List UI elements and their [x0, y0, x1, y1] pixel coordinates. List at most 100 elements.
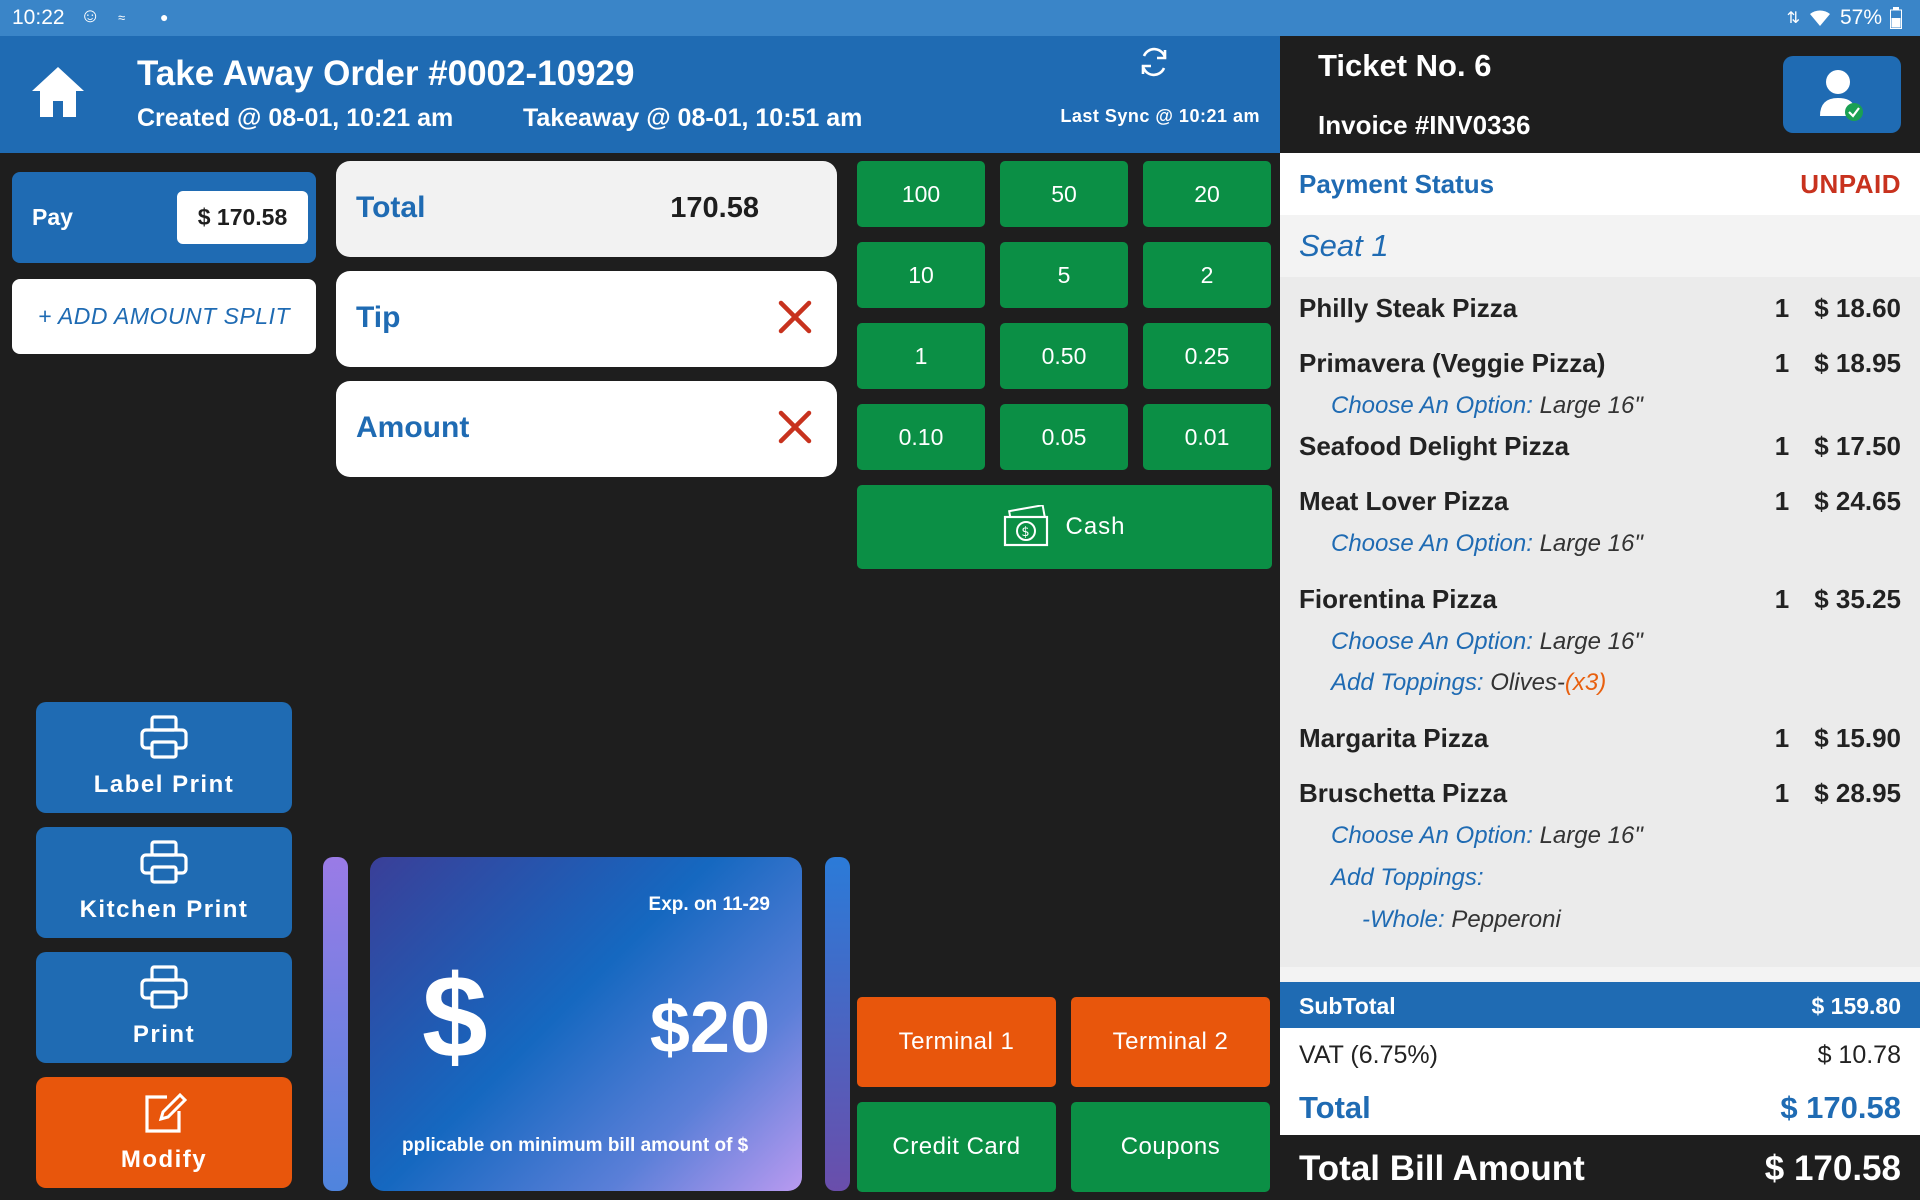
clear-amount-icon[interactable] [777, 409, 813, 445]
cash-button[interactable]: $ Cash [857, 485, 1272, 569]
item-toppings: Add Toppings: [1331, 864, 1484, 892]
seat-label: Seat 1 [1299, 228, 1389, 263]
customer-button[interactable] [1783, 56, 1901, 133]
app-notification-icon: ≈ [118, 10, 126, 25]
key-100[interactable]: 100 [857, 161, 985, 227]
item-name: Primavera (Veggie Pizza) [1299, 348, 1606, 378]
print-button[interactable]: Print [36, 952, 292, 1063]
item-option: Choose An Option: Large 16" [1331, 822, 1643, 850]
item-qty: 1 [1774, 293, 1790, 323]
item-price: $ 18.60 [1814, 293, 1901, 323]
key-0-50[interactable]: 0.50 [1000, 323, 1128, 389]
order-item[interactable]: Meat Lover Pizza 1 $ 24.65 [1299, 486, 1901, 517]
sync-icon[interactable] [1136, 44, 1172, 80]
order-item[interactable]: Margarita Pizza 1 $ 15.90 [1299, 723, 1901, 754]
total-field-value: 170.58 [670, 192, 759, 224]
print-label: Print [132, 1021, 196, 1048]
credit-card-button[interactable]: Credit Card [857, 1102, 1056, 1192]
key-1[interactable]: 1 [857, 323, 985, 389]
order-header: Take Away Order #0002-10929 Created @ 08… [0, 36, 1280, 153]
key-5[interactable]: 5 [1000, 242, 1128, 308]
payment-status-label: Payment Status [1299, 169, 1495, 199]
terminal-2-button[interactable]: Terminal 2 [1071, 997, 1270, 1087]
toppings-label: Add Toppings: [1331, 864, 1484, 891]
label-print-label: Label Print [93, 771, 235, 798]
subtotal-label: SubTotal [1299, 993, 1396, 1019]
toppings-qty: (x3) [1564, 669, 1607, 696]
option-label: Choose An Option: [1331, 392, 1533, 419]
vat-row: VAT (6.75%) $ 10.78 [1280, 1028, 1920, 1080]
key-20[interactable]: 20 [1143, 161, 1271, 227]
total-bill-label: Total Bill Amount [1299, 1149, 1585, 1188]
order-item[interactable]: Seafood Delight Pizza 1 $ 17.50 [1299, 431, 1901, 462]
payment-status-value: UNPAID [1800, 169, 1901, 199]
total-label: Total [1299, 1090, 1371, 1125]
status-bar: 10:22 ☺ ≈ ● ⇅ 57% [0, 0, 1920, 36]
item-price: $ 24.65 [1814, 486, 1901, 516]
terminal-1-button[interactable]: Terminal 1 [857, 997, 1056, 1087]
total-field: Total 170.58 [336, 161, 837, 257]
total-value: $ 170.58 [1780, 1090, 1901, 1125]
item-price: $ 17.50 [1814, 431, 1901, 461]
ticket-header: Ticket No. 6 Invoice #INV0336 [1280, 36, 1920, 153]
printer-icon [140, 965, 188, 1009]
modify-button[interactable]: Modify [36, 1077, 292, 1188]
key-0-10[interactable]: 0.10 [857, 404, 985, 470]
pay-label: Pay [32, 204, 73, 230]
payment-status-row: Payment Status UNPAID [1280, 153, 1920, 215]
toppings-label: Add Toppings: [1331, 669, 1484, 696]
key-0-25[interactable]: 0.25 [1143, 323, 1271, 389]
item-topping-whole: -Whole: Pepperoni [1362, 906, 1561, 934]
coupon-card-prev[interactable] [323, 857, 348, 1191]
signal-icon: ⇅ [1786, 10, 1800, 27]
option-value: Large 16" [1539, 392, 1643, 419]
tip-field-label: Tip [356, 301, 401, 334]
coupons-button[interactable]: Coupons [1071, 1102, 1270, 1192]
amount-field[interactable]: Amount [336, 381, 837, 477]
item-name: Philly Steak Pizza [1299, 293, 1518, 323]
add-amount-split-button[interactable]: + ADD AMOUNT SPLIT [12, 279, 316, 354]
order-item[interactable]: Primavera (Veggie Pizza) 1 $ 18.95 [1299, 348, 1901, 379]
order-item[interactable]: Philly Steak Pizza 1 $ 18.60 [1299, 293, 1901, 324]
key-10[interactable]: 10 [857, 242, 985, 308]
item-qty: 1 [1774, 723, 1790, 753]
total-bill-row: Total Bill Amount $ 170.58 [1280, 1135, 1920, 1200]
vat-value: $ 10.78 [1817, 1041, 1901, 1069]
home-icon[interactable] [28, 63, 88, 123]
key-0-05[interactable]: 0.05 [1000, 404, 1128, 470]
invoice-number: Invoice #INV0336 [1318, 110, 1531, 140]
battery-icon [1890, 7, 1902, 29]
tip-field[interactable]: Tip [336, 271, 837, 367]
item-price: $ 18.95 [1814, 348, 1901, 378]
edit-icon [145, 1092, 188, 1133]
order-title: Take Away Order #0002-10929 [137, 54, 635, 93]
option-label: Choose An Option: [1331, 628, 1533, 655]
key-0-01[interactable]: 0.01 [1143, 404, 1271, 470]
clear-tip-icon[interactable] [777, 299, 813, 335]
option-value: Large 16" [1539, 628, 1643, 655]
created-time: Created @ 08-01, 10:21 am [137, 104, 454, 132]
pay-split-card[interactable]: Pay $ 170.58 [12, 172, 316, 263]
coupon-amount: $20 [649, 988, 770, 1068]
coupon-dollar-icon: $ [422, 951, 488, 1083]
coupon-card[interactable]: Exp. on 11-29 $ $20 pplicable on minimum… [370, 857, 802, 1191]
key-50[interactable]: 50 [1000, 161, 1128, 227]
order-item[interactable]: Fiorentina Pizza 1 $ 35.25 [1299, 584, 1901, 615]
cash-label: Cash [1065, 513, 1126, 540]
whole-value: Pepperoni [1451, 906, 1561, 933]
item-qty: 1 [1774, 486, 1790, 516]
coupon-card-next[interactable] [825, 857, 850, 1191]
ticket-number: Ticket No. 6 [1318, 48, 1492, 83]
key-2[interactable]: 2 [1143, 242, 1271, 308]
order-item-list[interactable]: Philly Steak Pizza 1 $ 18.60 Primavera (… [1280, 277, 1920, 967]
item-price: $ 35.25 [1814, 584, 1901, 614]
order-item[interactable]: Bruschetta Pizza 1 $ 28.95 [1299, 778, 1901, 809]
label-print-button[interactable]: Label Print [36, 702, 292, 813]
kitchen-print-button[interactable]: Kitchen Print [36, 827, 292, 938]
svg-text:$: $ [1022, 525, 1031, 540]
item-name: Meat Lover Pizza [1299, 486, 1509, 516]
printer-icon [140, 715, 188, 759]
status-time: 10:22 [12, 6, 65, 29]
subtotal-value: $ 159.80 [1811, 993, 1901, 1019]
amount-field-label: Amount [356, 411, 470, 444]
